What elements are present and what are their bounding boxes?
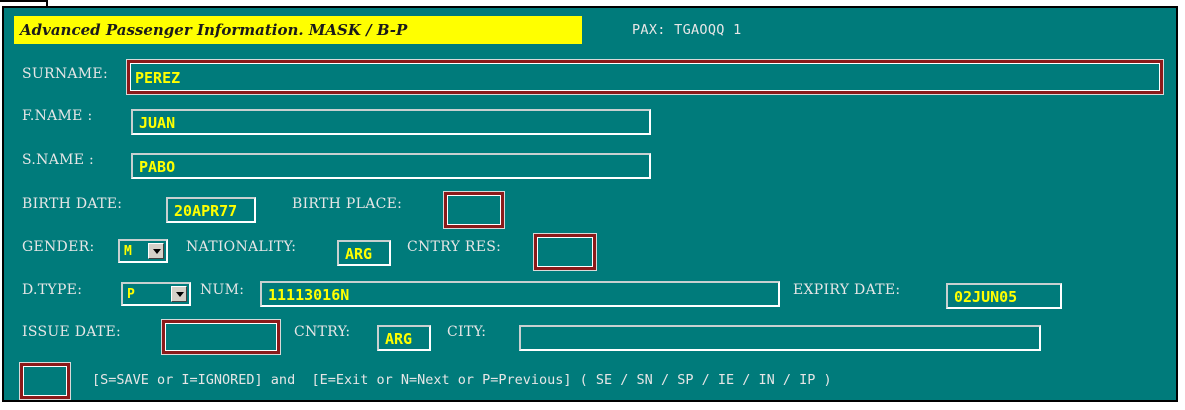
gender-label: GENDER: [22, 239, 95, 255]
issue-date-field[interactable] [162, 320, 280, 354]
issue-city-input[interactable] [521, 327, 1039, 349]
doc-number-field[interactable] [260, 281, 780, 307]
first-name-label: F.NAME : [22, 108, 93, 124]
surname-label: SURNAME: [22, 66, 108, 82]
first-name-input[interactable] [133, 111, 649, 133]
issue-city-label: CITY: [447, 324, 487, 340]
birth-place-input[interactable] [447, 195, 501, 225]
gender-value: M [124, 244, 132, 259]
action-code-input[interactable] [23, 366, 67, 396]
doc-number-input[interactable] [262, 283, 778, 305]
issue-country-label: CNTRY: [294, 324, 351, 340]
birth-date-field[interactable] [166, 197, 256, 223]
second-name-label: S.NAME : [22, 152, 95, 168]
doc-type-label: D.TYPE: [22, 282, 83, 298]
action-code-field[interactable] [20, 363, 70, 399]
gender-select[interactable]: M [118, 239, 168, 263]
doc-number-label: NUM: [200, 282, 245, 298]
surname-field[interactable] [127, 60, 1163, 94]
nationality-input[interactable] [339, 242, 389, 264]
doc-type-dropdown-arrow-icon[interactable] [171, 286, 187, 302]
birth-date-label: BIRTH DATE: [22, 196, 123, 212]
country-res-label: CNTRY RES: [407, 239, 502, 255]
gender-dropdown-arrow-icon[interactable] [148, 243, 164, 259]
expiry-date-field[interactable] [946, 283, 1062, 309]
surname-input[interactable] [130, 63, 1160, 91]
country-res-input[interactable] [537, 237, 593, 267]
expiry-date-label: EXPIRY DATE: [793, 282, 901, 298]
nationality-field[interactable] [337, 240, 391, 266]
birth-date-input[interactable] [168, 199, 254, 221]
expiry-date-input[interactable] [948, 285, 1060, 307]
birth-place-field[interactable] [444, 192, 504, 228]
doc-type-select[interactable]: P [121, 282, 191, 306]
mask-title: Advanced Passenger Information. MASK / B… [14, 16, 582, 44]
pax-label: PAX: TGAOQQ 1 [632, 22, 742, 38]
issue-date-label: ISSUE DATE: [22, 324, 122, 340]
first-name-field[interactable] [131, 109, 651, 135]
api-mask-panel: Advanced Passenger Information. MASK / B… [2, 6, 1178, 402]
nationality-label: NATIONALITY: [186, 239, 297, 255]
issue-country-field[interactable] [377, 325, 431, 351]
second-name-input[interactable] [133, 155, 649, 177]
birth-place-label: BIRTH PLACE: [292, 196, 403, 212]
doc-type-value: P [127, 287, 135, 302]
second-name-field[interactable] [131, 153, 651, 179]
issue-city-field[interactable] [519, 325, 1041, 351]
issue-date-input[interactable] [165, 323, 277, 351]
action-instructions: [S=SAVE or I=IGNORED] and [E=Exit or N=N… [92, 372, 832, 388]
issue-country-input[interactable] [379, 327, 429, 349]
country-res-field[interactable] [534, 234, 596, 270]
